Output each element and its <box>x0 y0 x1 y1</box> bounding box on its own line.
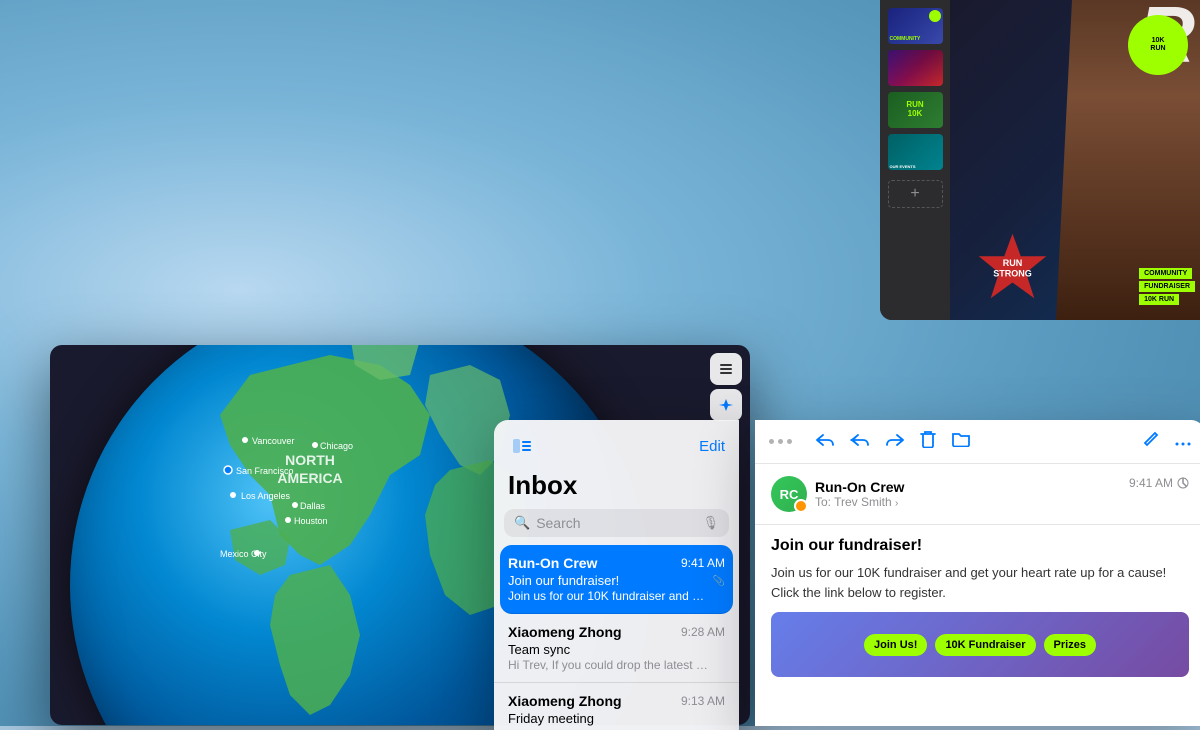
sender-name: Run-On Crew <box>815 479 904 495</box>
svg-text:Los Angeles: Los Angeles <box>241 491 291 501</box>
detail-dot-2 <box>778 439 783 444</box>
maps-toolbar <box>710 353 742 421</box>
fundraiser-label: FUNDRAISER <box>1139 281 1195 292</box>
slide-thumb-4[interactable]: 4 <box>888 50 943 86</box>
maps-location-button[interactable] <box>710 389 742 421</box>
detail-dots <box>769 439 792 444</box>
mail-detail-body: Join our fundraiser! Join us for our 10K… <box>755 525 1200 726</box>
delete-button[interactable] <box>920 430 936 453</box>
slide-preview-3: COMMUNITY <box>888 8 943 44</box>
attachment-icon-1: 📎 <box>713 576 725 587</box>
folder-button[interactable] <box>952 431 970 452</box>
email-body: Join us for our 10K fundraiser and get y… <box>771 563 1189 602</box>
detail-time: 9:41 AM <box>1129 476 1189 490</box>
search-icon: 🔍 <box>514 515 530 531</box>
star-badge: RUN STRONG <box>975 230 1050 305</box>
search-bar[interactable]: 🔍 Search 🎙 <box>504 509 729 537</box>
preview-badge-fundraiser: 10K Fundraiser <box>935 634 1035 656</box>
reply-button[interactable] <box>816 432 834 452</box>
svg-text:STRONG: STRONG <box>993 269 1032 279</box>
design-canvas: R RUN STRONG 10KRUN COMMUNITY FUNDRAISER… <box>950 0 1200 320</box>
avatar-badge <box>794 499 808 513</box>
slide-thumb-6[interactable]: 6 OUR EVENTS <box>888 134 943 170</box>
forward-button[interactable] <box>886 432 904 452</box>
edit-inbox-button[interactable]: Edit <box>699 438 725 455</box>
mail-item-3[interactable]: Xiaomeng Zhong 9:13 AM Friday meeting <box>494 683 739 730</box>
svg-text:Chicago: Chicago <box>320 441 353 451</box>
mail-subject-1: Join our fundraiser! <box>508 573 619 588</box>
mail-sender-1: Run-On Crew <box>508 555 597 571</box>
mail-item-2[interactable]: Xiaomeng Zhong 9:28 AM Team sync Hi Trev… <box>494 614 739 683</box>
more-button[interactable] <box>1175 433 1191 451</box>
sender-avatar: RC <box>771 476 807 512</box>
mail-sidebar: Edit Inbox 🔍 Search 🎙 Run-On Crew 9:41 A… <box>494 420 739 730</box>
mail-detail-pane: RC Run-On Crew To: Trev Smith › 9:41 AM … <box>755 420 1200 726</box>
mail-item-header-2: Xiaomeng Zhong 9:28 AM <box>508 624 725 640</box>
mail-preview-1: Join us for our 10K fundraiser and get y… <box>508 589 708 603</box>
mail-item-header-1: Run-On Crew 9:41 AM <box>508 555 725 571</box>
email-subject: Join our fundraiser! <box>771 537 1189 555</box>
green-circle-badge: 10KRUN <box>1128 15 1188 75</box>
email-image-preview: Join Us! 10K Fundraiser Prizes <box>771 612 1189 677</box>
mail-time-3: 9:13 AM <box>681 694 725 708</box>
detail-sender-row: RC Run-On Crew To: Trev Smith › 9:41 AM <box>771 476 1189 512</box>
mail-subject-3: Friday meeting <box>508 711 725 726</box>
sidebar-toggle-button[interactable] <box>508 432 536 460</box>
slide-thumb-5[interactable]: 5 RUN10K <box>888 92 943 128</box>
search-placeholder: Search <box>536 515 696 531</box>
mail-time-2: 9:28 AM <box>681 625 725 639</box>
mail-subject-2: Team sync <box>508 642 725 657</box>
add-icon: + <box>910 185 919 203</box>
design-sidebar: 3 COMMUNITY 4 5 RUN10K 6 OUR EVENTS <box>880 0 950 320</box>
mail-sender-3: Xiaomeng Zhong <box>508 693 622 709</box>
mail-time-1: 9:41 AM <box>681 556 725 570</box>
mail-list: Run-On Crew 9:41 AM Join our fundraiser!… <box>494 545 739 730</box>
inbox-title: Inbox <box>494 466 739 509</box>
detail-dot-1 <box>769 439 774 444</box>
run-label: 10K RUN <box>1139 294 1179 305</box>
slide-run-text: RUN10K <box>906 101 923 119</box>
mail-detail-header: RC Run-On Crew To: Trev Smith › 9:41 AM <box>755 464 1200 525</box>
svg-text:Mexico City: Mexico City <box>220 549 267 559</box>
slide-preview-5: RUN10K <box>888 92 943 128</box>
svg-text:San Francisco: San Francisco <box>236 466 294 476</box>
design-window: 3 COMMUNITY 4 5 RUN10K 6 OUR EVENTS <box>880 0 1200 320</box>
preview-badge-join: Join Us! <box>864 634 927 656</box>
community-text-block: COMMUNITY FUNDRAISER 10K RUN <box>1139 268 1195 305</box>
mail-detail-toolbar <box>755 420 1200 464</box>
svg-text:Houston: Houston <box>294 516 328 526</box>
mail-item-1[interactable]: Run-On Crew 9:41 AM Join our fundraiser!… <box>500 545 733 614</box>
detail-sender-info: RC Run-On Crew To: Trev Smith › <box>771 476 904 512</box>
add-slide-button[interactable]: + <box>888 180 943 208</box>
sender-name-block: Run-On Crew To: Trev Smith › <box>815 479 904 509</box>
svg-text:Vancouver: Vancouver <box>252 436 294 446</box>
maps-layers-button[interactable] <box>710 353 742 385</box>
compose-button[interactable] <box>1143 431 1159 452</box>
to-line: To: Trev Smith › <box>815 495 904 509</box>
svg-text:Dallas: Dallas <box>300 501 326 511</box>
mail-item-header-3: Xiaomeng Zhong 9:13 AM <box>508 693 725 709</box>
slide-preview-4 <box>888 50 943 86</box>
svg-text:RUN: RUN <box>1003 258 1023 268</box>
mail-preview-2: Hi Trev, If you could drop the latest up… <box>508 658 708 672</box>
slide-thumb-3[interactable]: 3 COMMUNITY <box>888 8 943 44</box>
mail-sidebar-toolbar: Edit <box>494 420 739 466</box>
avatar-initials: RC <box>780 487 799 502</box>
slide-preview-6: OUR EVENTS <box>888 134 943 170</box>
chevron-icon: › <box>895 498 898 509</box>
detail-dot-3 <box>787 439 792 444</box>
preview-badge-prizes: Prizes <box>1044 634 1096 656</box>
community-label: COMMUNITY <box>1139 268 1192 279</box>
reply-all-button[interactable] <box>850 432 870 452</box>
microphone-icon: 🎙 <box>702 515 719 531</box>
mail-sender-2: Xiaomeng Zhong <box>508 624 622 640</box>
